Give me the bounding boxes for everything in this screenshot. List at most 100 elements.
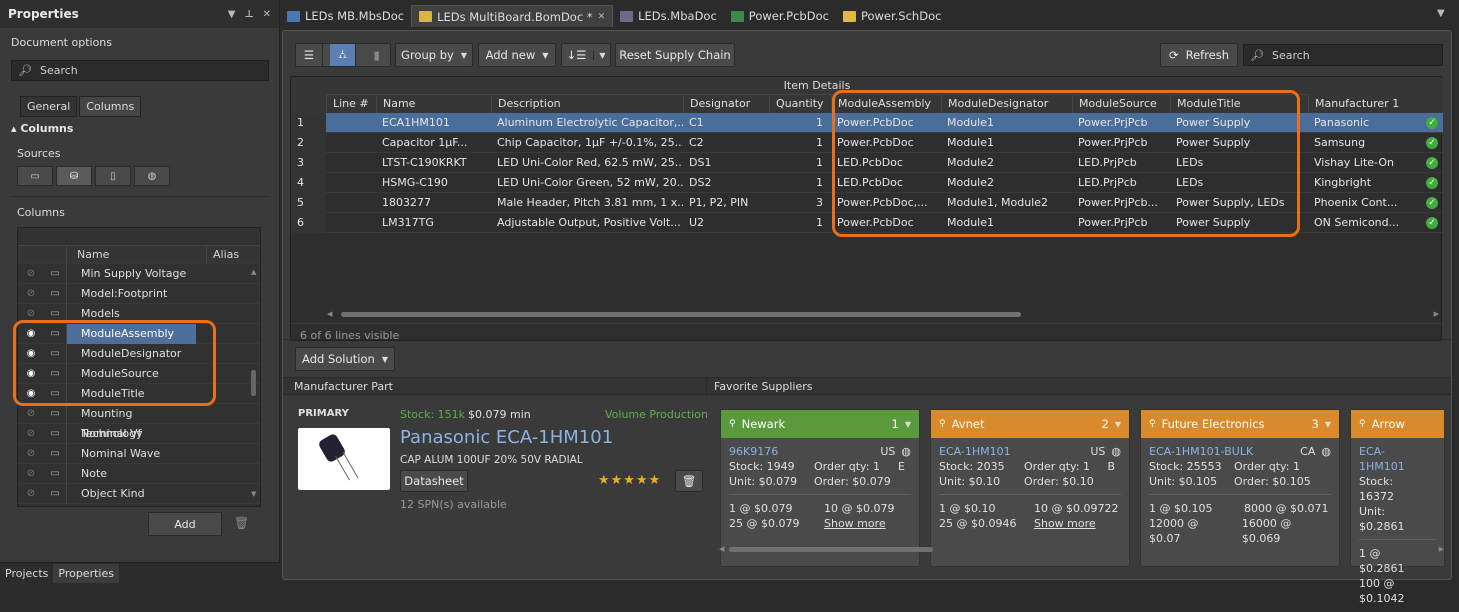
part-title-link[interactable]: Panasonic ECA-1HM101 bbox=[400, 427, 613, 448]
column-row[interactable]: ◉ ▭ ModuleSource bbox=[18, 363, 260, 384]
tab-general[interactable]: General bbox=[20, 96, 78, 117]
column-row[interactable]: ⊘ ▭ Mounting Technology bbox=[18, 403, 260, 440]
table-row[interactable]: 5 1803277 Male Header, Pitch 3.81 mm, 1 x.… bbox=[291, 193, 1443, 213]
close-icon[interactable]: ✕ bbox=[263, 9, 271, 20]
chevron-down-icon[interactable]: ▼ bbox=[1115, 420, 1121, 429]
panel-menu-icon[interactable]: ▼ bbox=[228, 9, 236, 20]
reset-supply-chain-button[interactable]: Reset Supply Chain bbox=[615, 43, 735, 67]
column-header[interactable]: ModuleAssembly bbox=[831, 95, 941, 113]
name-header[interactable]: Name bbox=[66, 245, 206, 264]
column-header[interactable]: ModuleTitle bbox=[1170, 95, 1308, 113]
tree-view-icon[interactable]: ⛼ bbox=[329, 44, 357, 66]
columns-scrollbar[interactable]: ▲ ▼ bbox=[250, 268, 258, 498]
source-document-button[interactable]: ▭ bbox=[17, 166, 53, 186]
column-header[interactable]: Line # bbox=[326, 95, 376, 113]
show-more-link[interactable]: Show more bbox=[824, 516, 886, 531]
tab-power-schdoc[interactable]: Power.SchDoc bbox=[836, 5, 949, 27]
column-row[interactable]: ⊘ ▭ Note bbox=[18, 463, 260, 484]
eye-hidden-icon[interactable]: ⊘ bbox=[18, 468, 44, 479]
supplier-sku-link[interactable]: ECA-1HM101 bbox=[1359, 444, 1430, 474]
supplier-card[interactable]: ⚲ Avnet 2 ▼ ECA-1HM101 US ◍ Stock: 2035 Order qt… bbox=[930, 409, 1130, 567]
add-column-button[interactable]: Add bbox=[148, 512, 222, 536]
pin-icon[interactable]: ⊥ bbox=[244, 9, 253, 20]
eye-hidden-icon[interactable]: ⊘ bbox=[18, 288, 44, 299]
chevron-down-icon[interactable]: ▼ bbox=[1325, 420, 1331, 429]
supplier-card[interactable]: ⚲ Newark 1 ▼ 96K9176 US ◍ Stock: 1949 Order qty:… bbox=[720, 409, 920, 567]
supplier-header[interactable]: ⚲ Avnet 2 ▼ bbox=[931, 410, 1129, 438]
tab-properties[interactable]: Properties bbox=[53, 564, 119, 583]
source-database-button[interactable]: ⛁ bbox=[56, 166, 92, 186]
column-header[interactable]: Name bbox=[376, 95, 491, 113]
add-new-button[interactable]: Add new ▼ bbox=[478, 43, 556, 67]
eye-hidden-icon[interactable]: ⊘ bbox=[18, 428, 44, 439]
column-header[interactable]: Quantity bbox=[769, 95, 831, 113]
supplier-header[interactable]: ⚲ Newark 1 ▼ bbox=[721, 410, 919, 438]
tab-close-icon[interactable]: ✕ bbox=[598, 12, 606, 22]
column-row[interactable]: ⊘ ▭ Nominal Wave bbox=[18, 443, 260, 464]
supplier-header[interactable]: ⚲ Arrow bbox=[1351, 410, 1444, 438]
panel-search-input[interactable]: 🔎︎ Search bbox=[11, 60, 269, 81]
eye-hidden-icon[interactable]: ⊘ bbox=[18, 408, 44, 419]
source-web-button[interactable]: ◍ bbox=[134, 166, 170, 186]
supplier-card[interactable]: ⚲ Future Electronics 3 ▼ ECA-1HM101-BULK CA ◍ S… bbox=[1140, 409, 1340, 567]
delete-solution-button[interactable]: 🗑︎ bbox=[675, 470, 703, 492]
tabs-menu-icon[interactable]: ▼ bbox=[1437, 8, 1445, 19]
group-by-button[interactable]: Group by ▼ bbox=[395, 43, 473, 67]
tab-leds-multiboard-bomdoc[interactable]: LEDs MultiBoard.BomDoc * ✕ bbox=[411, 5, 614, 27]
column-row[interactable]: ⊘ ▭ Nominal Vf bbox=[18, 423, 260, 444]
globe-icon[interactable]: ◍ bbox=[1321, 444, 1331, 459]
column-row[interactable]: ⊘ ▭ Object Kind bbox=[18, 483, 260, 504]
supplier-card[interactable]: ⚲ Arrow ECA-1HM101 Stock: 16372 Unit: $0.286… bbox=[1350, 409, 1445, 605]
column-header[interactable]: ModuleDesignator bbox=[941, 95, 1072, 113]
column-header[interactable]: ModuleSource bbox=[1072, 95, 1170, 113]
column-row[interactable]: ◉ ▭ ModuleAssembly bbox=[18, 323, 260, 344]
eye-hidden-icon[interactable]: ⊘ bbox=[18, 268, 44, 279]
column-row[interactable]: ⊘ ▭ Min Supply Voltage bbox=[18, 263, 260, 284]
column-row[interactable]: ◉ ▭ ModuleTitle bbox=[18, 383, 260, 404]
column-header[interactable]: Manufacturer 1 bbox=[1308, 95, 1413, 113]
supplier-sku-link[interactable]: 96K9176 bbox=[729, 444, 778, 459]
table-row[interactable]: 2 Capacitor 1µF... Chip Capacitor, 1µF +/-… bbox=[291, 133, 1443, 153]
eye-icon[interactable]: ◉ bbox=[18, 368, 44, 379]
table-row[interactable]: 6 LM317TG Adjustable Output, Positive Volt… bbox=[291, 213, 1443, 233]
column-header[interactable]: Description bbox=[491, 95, 683, 113]
eye-hidden-icon[interactable]: ⊘ bbox=[18, 448, 44, 459]
column-row[interactable]: ◉ ▭ ModuleDesignator bbox=[18, 343, 260, 364]
refresh-button[interactable]: ⟳ Refresh bbox=[1160, 43, 1238, 67]
supplier-header[interactable]: ⚲ Future Electronics 3 ▼ bbox=[1141, 410, 1339, 438]
datasheet-button[interactable]: Datasheet bbox=[400, 470, 468, 492]
sort-button[interactable]: ↓☰ ▼ bbox=[561, 43, 611, 67]
table-row[interactable]: 1 ECA1HM101 Aluminum Electrolytic Capacito… bbox=[291, 113, 1443, 133]
eye-hidden-icon[interactable]: ⊘ bbox=[18, 488, 44, 499]
supplier-sku-link[interactable]: ECA-1HM101 bbox=[939, 444, 1011, 459]
globe-icon[interactable]: ◍ bbox=[1111, 444, 1121, 459]
list-view-icon[interactable]: ☰ bbox=[296, 44, 323, 66]
suppliers-scrollbar[interactable]: ◀ ▶ bbox=[719, 545, 1444, 554]
eye-icon[interactable]: ◉ bbox=[18, 388, 44, 399]
tab-columns[interactable]: Columns bbox=[79, 96, 142, 117]
tab-projects[interactable]: Projects bbox=[0, 564, 53, 583]
eye-icon[interactable]: ◉ bbox=[18, 328, 44, 339]
tab-leds-mbadoc[interactable]: LEDs.MbaDoc bbox=[613, 5, 724, 27]
column-row[interactable]: ⊘ ▭ Model:Footprint bbox=[18, 283, 260, 304]
chart-view-icon[interactable]: ▮ bbox=[363, 44, 390, 66]
columns-section-header[interactable]: ▴ Columns bbox=[11, 122, 73, 135]
add-solution-button[interactable]: Add Solution ▼ bbox=[295, 347, 395, 371]
table-row[interactable]: 4 HSMG-C190 LED Uni-Color Green, 52 mW, 20… bbox=[291, 173, 1443, 193]
trash-icon[interactable]: 🗑︎ bbox=[234, 516, 249, 530]
eye-hidden-icon[interactable]: ⊘ bbox=[18, 308, 44, 319]
filter-row[interactable] bbox=[18, 228, 260, 246]
column-header[interactable]: Designator bbox=[683, 95, 769, 113]
bom-search-input[interactable]: 🔎︎ Search bbox=[1243, 44, 1443, 66]
show-more-link[interactable]: Show more bbox=[1034, 516, 1096, 531]
alias-header[interactable]: Alias bbox=[206, 245, 239, 264]
globe-icon[interactable]: ◍ bbox=[901, 444, 911, 459]
chevron-down-icon[interactable]: ▼ bbox=[905, 420, 911, 429]
grid-horizontal-scrollbar[interactable]: ◀ ▶ bbox=[327, 309, 1439, 319]
supplier-sku-link[interactable]: ECA-1HM101-BULK bbox=[1149, 444, 1253, 459]
table-row[interactable]: 3 LTST-C190KRKT LED Uni-Color Red, 62.5 mW… bbox=[291, 153, 1443, 173]
tab-leds-mbsdoc[interactable]: LEDs MB.MbsDoc bbox=[280, 5, 411, 27]
eye-icon[interactable]: ◉ bbox=[18, 348, 44, 359]
column-row[interactable]: ⊘ ▭ Models bbox=[18, 303, 260, 324]
tab-power-pcbdoc[interactable]: Power.PcbDoc bbox=[724, 5, 836, 27]
